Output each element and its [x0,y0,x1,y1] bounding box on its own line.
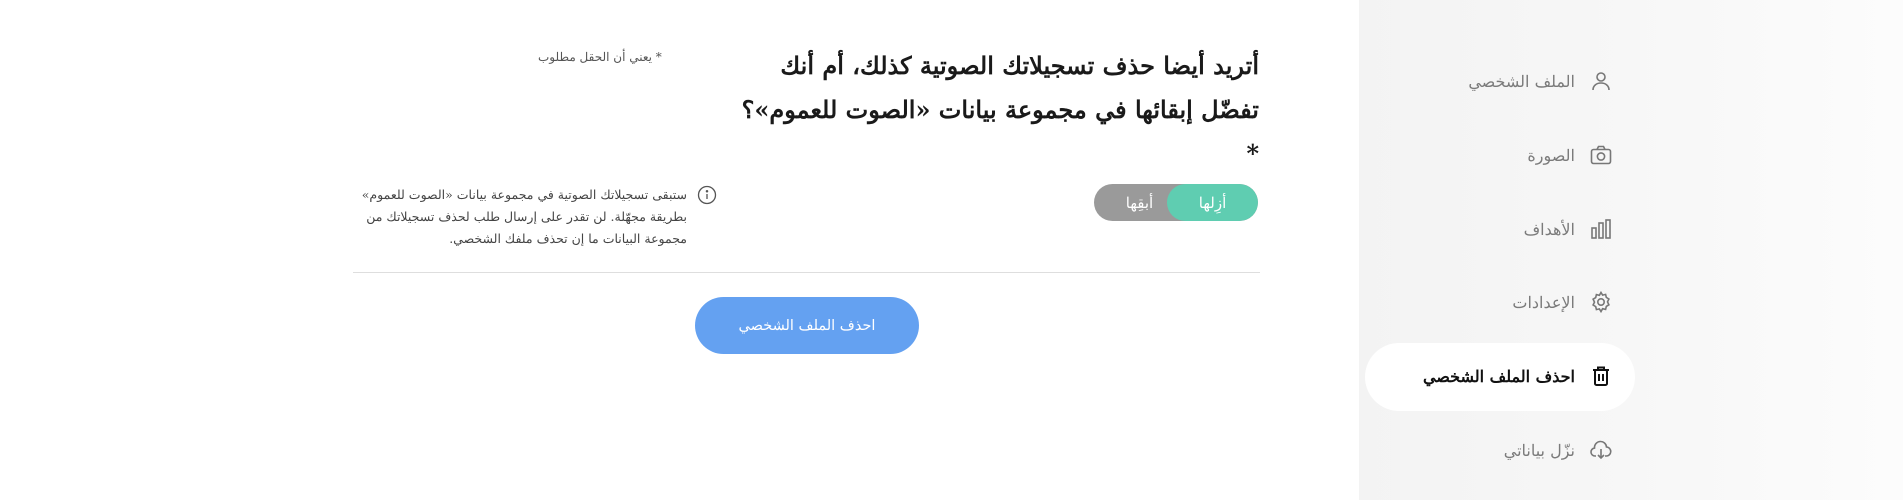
toggle-keep-option[interactable]: أبقِها [1094,184,1185,221]
sidebar-item-delete-profile[interactable]: احذف الملف الشخصي [1423,361,1613,391]
sidebar-item-label: الملف الشخصي [1468,71,1575,91]
sidebar-item-label: نزّل بياناتي [1503,440,1575,460]
sidebar-item-goals[interactable]: الأهداف [1524,214,1613,244]
sidebar-item-profile[interactable]: الملف الشخصي [1468,66,1613,96]
recordings-toggle[interactable]: أزِلها أبقِها [1094,184,1258,221]
info-icon [697,185,717,205]
required-field-note: * يعني أن الحقل مطلوب [538,50,662,64]
sidebar-item-avatar[interactable]: الصورة [1527,140,1613,170]
delete-recordings-question: أتريد أيضا حذف تسجيلاتك الصوتية كذلك، أم… [741,51,1259,168]
divider [353,272,1260,273]
sidebar-item-settings[interactable]: الإعدادات [1512,287,1613,317]
sidebar-item-label: الإعدادات [1512,292,1575,312]
bar-chart-icon [1589,217,1613,241]
gear-icon [1589,290,1613,314]
cloud-download-icon [1589,438,1613,462]
sidebar-item-label: الصورة [1527,145,1575,165]
info-note: ستبقى تسجيلاتك الصوتية في مجموعة بيانات … [347,184,717,250]
trash-icon [1589,364,1613,388]
sidebar-item-download-data[interactable]: نزّل بياناتي [1504,435,1613,465]
sidebar: الملف الشخصي الصورة الأهداف الإعدادات اح… [1359,0,1903,500]
sidebar-item-label: الأهداف [1523,219,1575,239]
user-icon [1589,69,1613,93]
info-text: ستبقى تسجيلاتك الصوتية في مجموعة بيانات … [361,187,687,246]
delete-profile-button[interactable]: احذف الملف الشخصي [695,297,919,354]
sidebar-item-label: احذف الملف الشخصي [1422,366,1575,386]
camera-icon [1589,143,1613,167]
